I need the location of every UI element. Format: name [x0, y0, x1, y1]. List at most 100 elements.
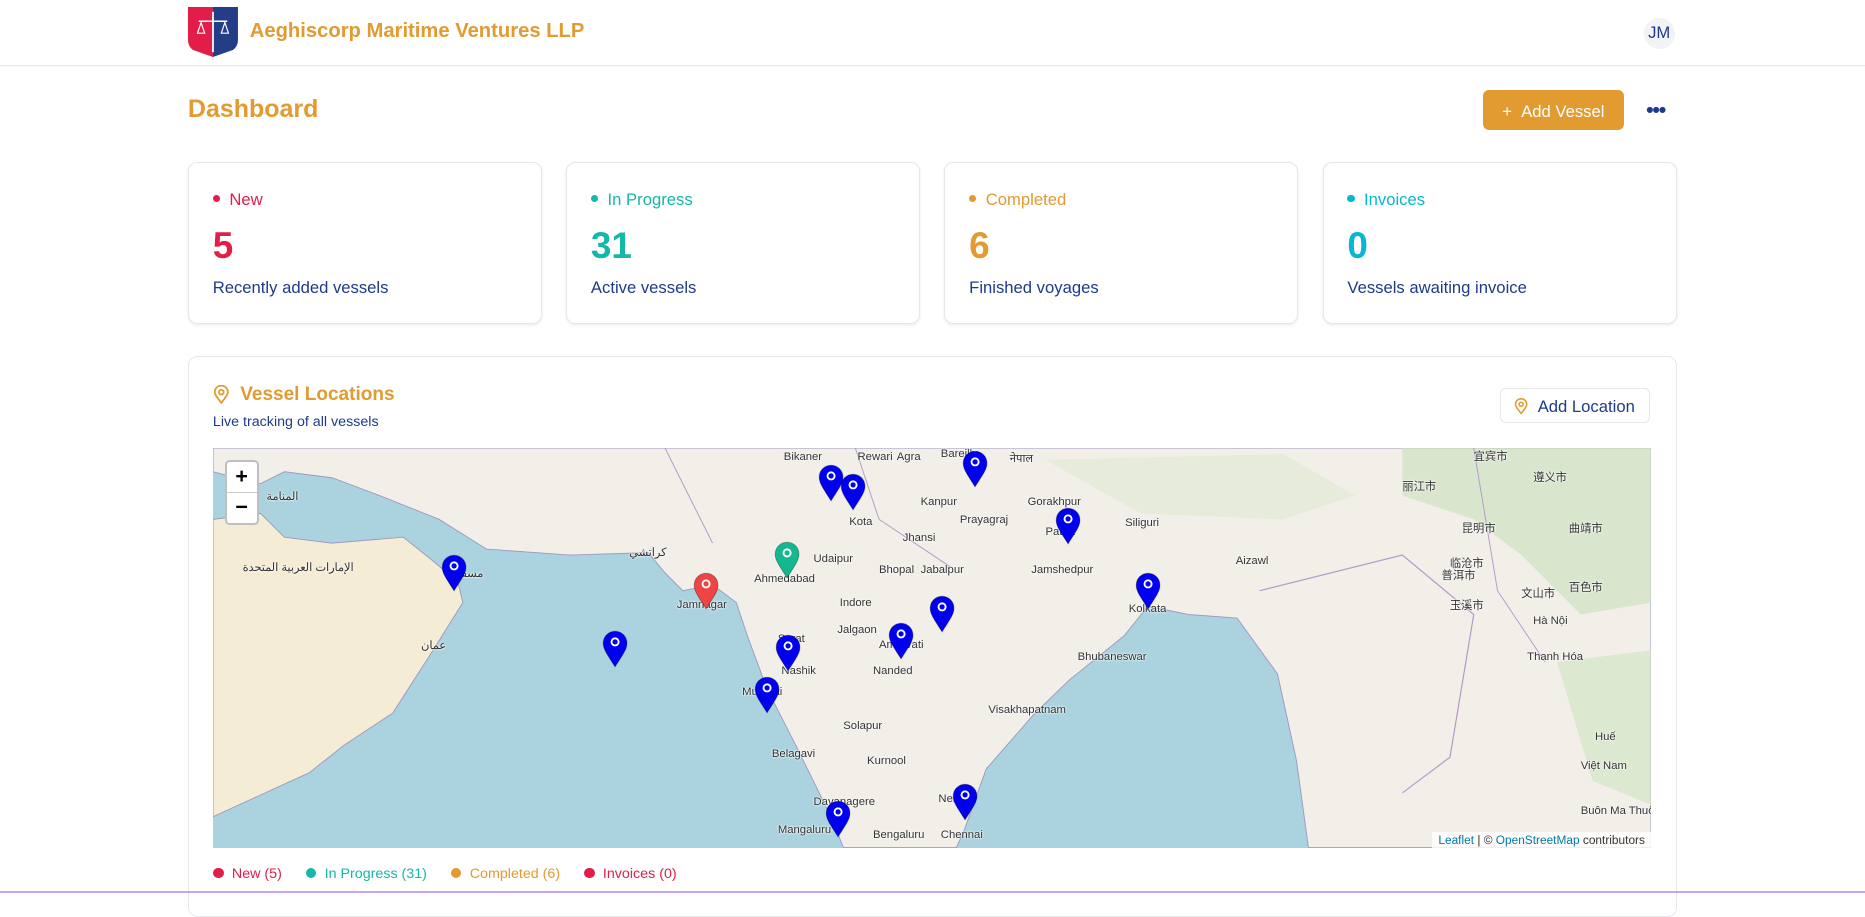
map-place-label: Bikaner — [783, 450, 823, 463]
zoom-control: + − — [224, 460, 259, 525]
legend-completed: Completed (6) — [451, 866, 560, 882]
vessel-marker-in-progress[interactable] — [602, 630, 628, 669]
company-name[interactable]: Aeghiscorp Maritime Ventures LLP — [250, 20, 585, 43]
map-place-label: Jabalpur — [920, 563, 964, 576]
map-place-label: Bengaluru — [873, 828, 925, 841]
more-options-icon[interactable]: ••• — [1646, 98, 1666, 123]
map-place-label: Jamshedpur — [1031, 563, 1094, 576]
panel-title: Vessel Locations — [240, 384, 395, 406]
map-place-label: Jhansi — [902, 531, 936, 544]
map-place-label: Việt Nam — [1580, 760, 1627, 772]
stat-label: New — [213, 190, 262, 210]
map-place-label: Chennai — [940, 828, 983, 841]
map-place-label: عمان — [421, 639, 447, 652]
stat-description: Vessels awaiting invoice — [1347, 278, 1527, 298]
map-place-label: 曲靖市 — [1568, 522, 1603, 535]
vessel-marker-in-progress[interactable] — [952, 783, 978, 821]
map-place-label: Thanh Hóa — [1527, 650, 1583, 663]
add-vessel-button[interactable]: + Add Vessel — [1483, 90, 1624, 130]
osm-link[interactable]: OpenStreetMap — [1496, 833, 1580, 847]
legend-invoices: Invoices (0) — [584, 866, 677, 882]
map-place-label: Jalgaon — [837, 624, 877, 637]
map-place-label: Agra — [896, 450, 921, 463]
vessel-marker-completed[interactable] — [774, 541, 800, 579]
map-pin-icon — [1514, 398, 1528, 415]
stat-value: 0 — [1347, 224, 1368, 266]
zoom-out-button[interactable]: − — [226, 492, 257, 523]
stat-card-completed[interactable]: Completed 6 Finished voyages — [944, 161, 1299, 325]
map-place-label: 玉溪市 — [1449, 600, 1484, 613]
user-avatar[interactable]: JM — [1643, 17, 1675, 49]
stat-card-invoices[interactable]: Invoices 0 Vessels awaiting invoice — [1322, 161, 1677, 325]
company-logo — [187, 7, 238, 58]
map-place-label: Visakhapatnam — [988, 704, 1066, 717]
vessel-marker-in-progress[interactable] — [775, 634, 801, 672]
map-place-label: كراتشي — [629, 546, 667, 559]
attribution-suffix: contributors — [1579, 832, 1645, 847]
vessel-marker-in-progress[interactable] — [888, 622, 914, 660]
map-place-label: 百色市 — [1568, 582, 1603, 595]
map-place-label: Nanded — [873, 664, 913, 677]
map-place-label: 昆明市 — [1461, 522, 1496, 535]
stat-card-new[interactable]: New 5 Recently added vessels — [187, 161, 542, 325]
map-place-label: नेपाल — [1009, 452, 1034, 465]
map-place-label: 文山市 — [1521, 588, 1556, 601]
map-attribution: Leaflet | © OpenStreetMap contributors — [1432, 831, 1651, 849]
map-place-label: 宜宾市 — [1473, 451, 1508, 464]
leaflet-link[interactable]: Leaflet — [1438, 833, 1474, 847]
vessel-marker-in-progress[interactable] — [840, 473, 866, 512]
stat-value: 6 — [969, 224, 990, 266]
legend-new: New (5) — [213, 866, 282, 882]
vessel-marker-in-progress[interactable] — [441, 554, 467, 592]
vessel-marker-in-progress[interactable] — [929, 595, 955, 633]
vessel-map[interactable]: Bikaner Rewari Agra Bareilly नेपाल Kota Kanpur… — [212, 448, 1651, 849]
map-place-label: Prayagraj — [959, 513, 1009, 526]
map-place-label: Hà Nội — [1533, 614, 1568, 627]
map-place-label: Kota — [849, 516, 873, 529]
map-place-label: Bhubaneswar — [1077, 650, 1147, 663]
map-place-label: Bhopal — [878, 563, 915, 576]
map-place-label: Kurnool — [867, 755, 906, 768]
map-place-label: 遵义市 — [1533, 471, 1567, 484]
vessel-marker-new[interactable] — [693, 572, 719, 610]
add-location-button[interactable]: Add Location — [1499, 387, 1650, 424]
map-place-label: Huế — [1594, 731, 1616, 744]
vessel-marker-in-progress[interactable] — [754, 676, 780, 714]
stat-description: Recently added vessels — [212, 278, 389, 298]
stat-value: 31 — [590, 224, 632, 266]
map-place-label: Kanpur — [920, 495, 957, 508]
stat-value: 5 — [212, 224, 234, 266]
stat-label: Invoices — [1347, 190, 1425, 210]
panel-subtitle: Live tracking of all vessels — [212, 413, 379, 430]
stat-label: Completed — [969, 190, 1066, 210]
add-vessel-label: Add Vessel — [1521, 101, 1605, 121]
map-place-label: Rewari — [857, 450, 893, 463]
vessel-marker-in-progress[interactable] — [1055, 507, 1081, 545]
plus-icon: + — [1502, 101, 1512, 121]
stat-description: Active vessels — [590, 278, 697, 298]
attribution-separator: | © — [1474, 832, 1496, 847]
page-title: Dashboard — [187, 95, 319, 124]
map-place-label: Belagavi — [771, 748, 816, 761]
stat-label: In Progress — [591, 190, 693, 210]
map-place-label: Indore — [839, 597, 872, 610]
map-place-label: Aizawl — [1235, 555, 1269, 568]
vessel-marker-in-progress[interactable] — [825, 800, 851, 839]
map-place-label: 普洱市 — [1441, 570, 1476, 583]
map-place-label: الإمارات العربية المتحدة — [242, 562, 354, 575]
vessel-marker-in-progress[interactable] — [1135, 572, 1161, 610]
map-place-label: Udaipur — [813, 553, 854, 566]
map-place-label: المنامة — [266, 491, 299, 504]
stat-card-in-progress[interactable]: In Progress 31 Active vessels — [566, 161, 921, 325]
bottom-accent-line — [0, 890, 1865, 894]
vessel-marker-in-progress[interactable] — [962, 450, 988, 488]
map-legend: New (5) In Progress (31) Completed (6) I… — [213, 866, 677, 882]
map-place-label: Mangaluru — [777, 824, 832, 837]
zoom-in-button[interactable]: + — [227, 462, 257, 492]
top-bar: Aeghiscorp Maritime Ventures LLP JM — [0, 0, 1865, 67]
legend-in-progress: In Progress (31) — [306, 866, 427, 882]
map-place-label: Siliguri — [1125, 517, 1160, 530]
map-place-label: 丽江市 — [1402, 481, 1437, 494]
add-location-label: Add Location — [1537, 396, 1635, 416]
map-place-label: Solapur — [843, 719, 883, 732]
